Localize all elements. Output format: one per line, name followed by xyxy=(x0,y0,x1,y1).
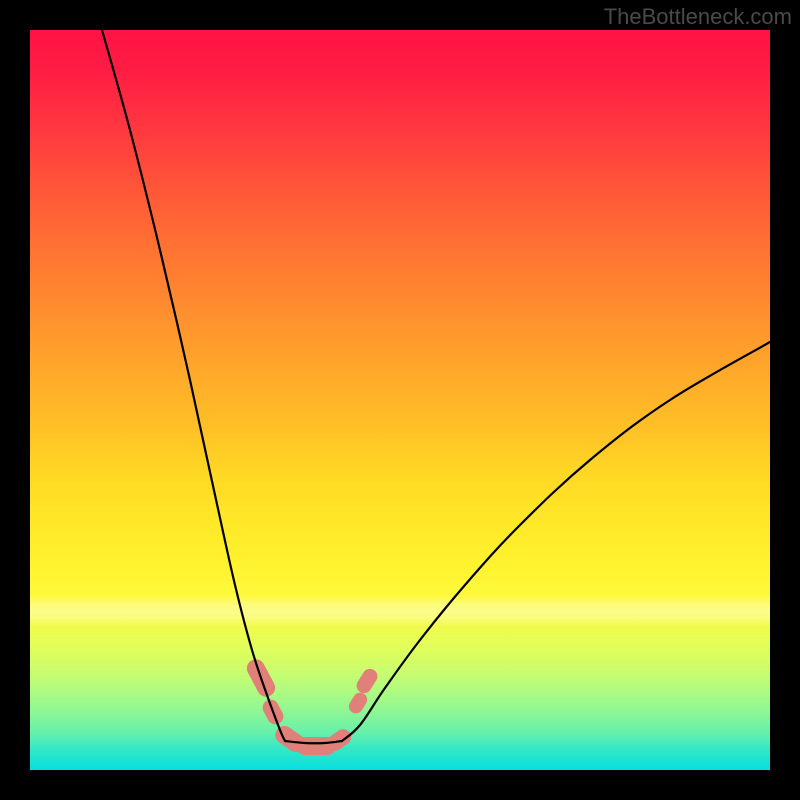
marker-layer xyxy=(244,656,381,755)
watermark-text: TheBottleneck.com xyxy=(604,4,792,30)
series-left-curve xyxy=(102,30,285,741)
marker-lozenge-6 xyxy=(354,666,380,696)
series-right-curve xyxy=(342,342,770,741)
marker-lozenge-5 xyxy=(346,690,370,716)
chart-svg xyxy=(30,30,770,770)
curve-layer xyxy=(102,30,770,743)
bottleneck-chart: TheBottleneck.com xyxy=(0,0,800,800)
